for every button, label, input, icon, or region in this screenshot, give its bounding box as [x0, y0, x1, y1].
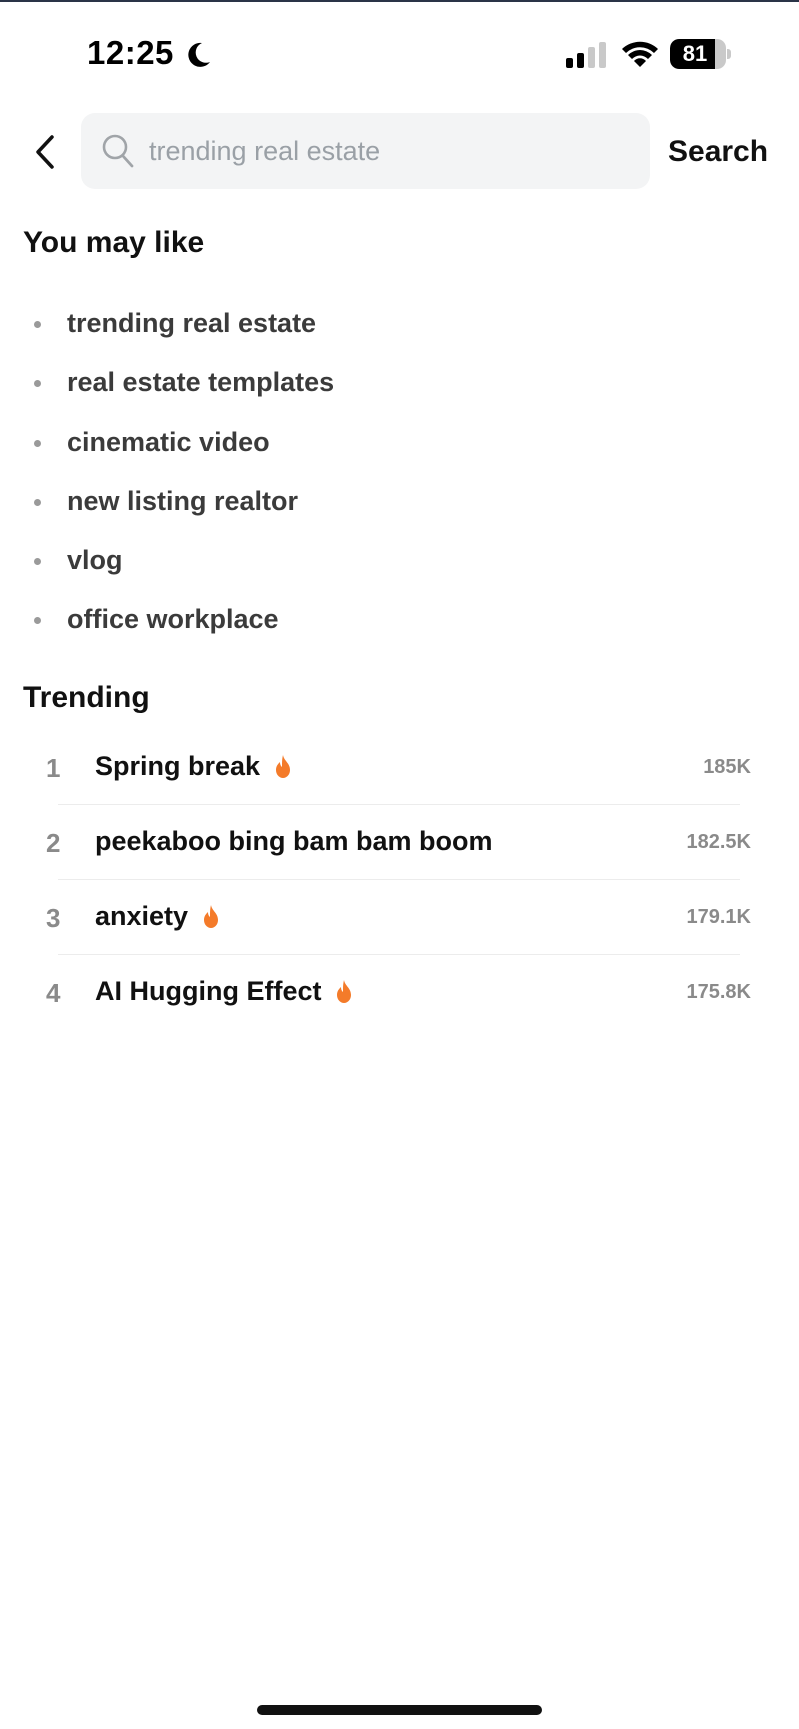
cellular-signal-icon [566, 42, 606, 68]
trending-count: 182.5K [686, 831, 752, 853]
magnifier-icon [102, 134, 134, 168]
suggestion-item[interactable]: new listing realtor [0, 476, 799, 535]
fire-icon [337, 979, 352, 1003]
trending-title: Trending [23, 681, 150, 714]
trending-item-title: peekaboo bing bam bam boom [95, 826, 493, 856]
bullet-dot [34, 617, 41, 625]
suggestion-list: trending real estate real estate template… [0, 298, 799, 654]
trending-rank: 3 [46, 903, 61, 933]
moon-icon [188, 42, 210, 67]
trending-rank: 1 [46, 753, 61, 783]
suggestion-label: cinematic video [67, 426, 270, 457]
trending-item[interactable]: 2 peekaboo bing bam bam boom 182.5K [0, 805, 799, 880]
wifi-icon [622, 41, 658, 67]
status-bar: 12:25 81 [0, 0, 799, 110]
suggestion-label: new listing realtor [67, 485, 299, 516]
bullet-dot [34, 558, 41, 566]
search-button[interactable]: Search [668, 130, 768, 174]
trending-count: 185K [703, 756, 751, 778]
home-indicator [257, 1705, 542, 1715]
bullet-dot [34, 321, 41, 328]
suggestion-item[interactable]: vlog [0, 535, 799, 594]
fire-icon [276, 754, 291, 778]
trending-count: 175.8K [686, 981, 752, 1003]
status-time: 12:25 [87, 34, 174, 71]
trending-rank: 4 [46, 978, 61, 1008]
battery-cap [727, 49, 731, 59]
suggestion-label: office workplace [67, 604, 279, 635]
trending-title-wrap: anxiety [95, 901, 222, 932]
trending-title-wrap: AI Hugging Effect [95, 976, 355, 1007]
trending-rank: 2 [46, 828, 61, 858]
bullet-dot [34, 380, 41, 388]
trending-item[interactable]: 1 Spring break 185K [0, 730, 799, 805]
you-may-like-title: You may like [23, 226, 205, 259]
search-input[interactable] [149, 113, 629, 189]
back-button[interactable] [28, 130, 62, 174]
trending-title-wrap: peekaboo bing bam bam boom [95, 826, 493, 857]
suggestion-label: vlog [67, 545, 123, 576]
suggestion-item[interactable]: office workplace [0, 594, 799, 653]
suggestion-item[interactable]: cinematic video [0, 417, 799, 476]
trending-title-wrap: Spring break [95, 751, 294, 782]
trending-list: 1 Spring break 185K 2 peekaboo bing bam bam … [0, 730, 799, 1030]
bullet-dot [34, 439, 41, 447]
trending-item[interactable]: 4 AI Hugging Effect 175.8K [0, 955, 799, 1030]
battery-icon: 81 [670, 39, 731, 69]
trending-item-title: anxiety [95, 901, 189, 931]
trending-item-title: Spring break [95, 751, 261, 781]
suggestion-label: trending real estate [67, 308, 317, 338]
battery-percent: 81 [682, 41, 708, 66]
chevron-left-icon [36, 135, 54, 169]
bullet-dot [34, 498, 41, 506]
suggestion-item[interactable]: real estate templates [0, 357, 799, 416]
fire-icon [204, 904, 219, 928]
trending-item-title: AI Hugging Effect [95, 976, 322, 1006]
suggestion-item[interactable]: trending real estate [0, 298, 799, 357]
suggestion-label: real estate templates [67, 367, 335, 398]
search-box[interactable] [81, 113, 650, 189]
trending-count: 179.1K [686, 906, 752, 928]
trending-item[interactable]: 3 anxiety 179.1K [0, 880, 799, 955]
